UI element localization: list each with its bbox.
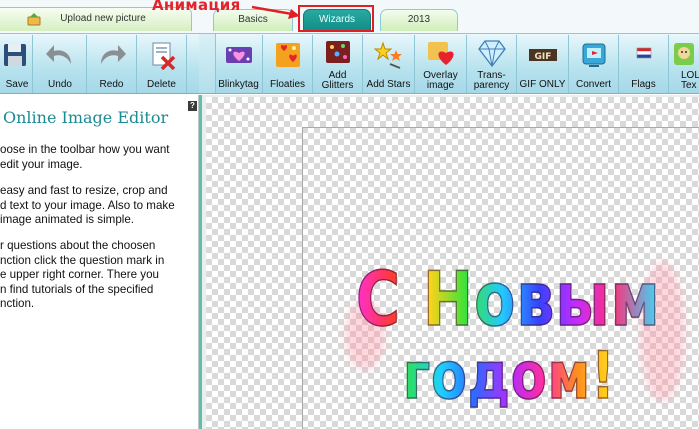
annotation-highlight-box [298,5,374,32]
panel-p3-line: n find tutorials of the specified [0,282,154,296]
panel-p2-line: d text to your image. Also to make [0,198,175,212]
redo-arrow-icon [100,45,126,64]
panel-p3-line: nction. [0,297,35,311]
floaties-icon [275,43,300,67]
undo-button[interactable]: Undo [34,35,87,93]
annotation-arrow-icon [251,5,300,19]
delete-label: Delete [147,79,176,90]
save-button[interactable]: Save [0,35,33,93]
transparency-label: Trans-parency [473,70,510,91]
gif-only-button[interactable]: GIF GIF ONLY [517,35,569,93]
overlay-image-label: Overlay image [423,70,458,91]
add-glitters-button[interactable]: Add Glitters [313,35,363,93]
flags-label: Flags [631,79,656,90]
redo-button[interactable]: Redo [87,35,137,93]
add-glitters-label: Add Glitters [321,70,354,91]
floppy-disk-icon [4,44,27,66]
blinkytag-label: Blinkytag [218,79,259,90]
svg-text:GIF: GIF [534,52,551,62]
diamond-icon [477,40,506,68]
convert-icon [582,43,605,67]
panel-paragraph-3: r questions about the choosen nction cli… [0,239,186,312]
tab-strip: Upload new picture Basics Wizards 2013 А… [0,0,699,33]
panel-p3-line: r questions about the choosen [0,239,156,252]
delete-icon [152,42,175,70]
flags-button[interactable]: Flags [619,35,669,93]
convert-button[interactable]: Convert [569,35,619,93]
toolbar: Save Undo Redo Delete Blinkytag Floaties… [0,33,699,94]
greeting-line-1: С Новым [355,255,661,344]
redo-label: Redo [99,79,124,90]
gif-only-label: GIF ONLY [519,79,566,90]
upload-icon [27,13,41,26]
overlay-heart-icon [427,42,454,65]
panel-title-text: Online Image Editor [3,108,169,127]
floaties-label: Floaties [269,79,305,90]
panel-p2-line: easy and fast to resize, crop and [0,184,168,197]
floaties-button[interactable]: Floaties [263,35,313,93]
upload-tab-label: Upload new picture [60,13,146,24]
blinkytag-icon [225,47,252,63]
save-label: Save [5,79,29,90]
stars-icon [373,41,402,69]
panel-p3-line: nction click the question mark in [0,253,165,267]
undo-label: Undo [48,79,72,90]
convert-label: Convert [575,79,611,90]
panel-paragraph-2: easy and fast to resize, crop and d text… [0,184,186,228]
glitter-icon [325,41,350,63]
panel-p1-line: oose in the toolbar how you want [0,143,170,156]
panel-title: Online Image Editor [3,108,168,127]
toolbar-separator [199,34,216,93]
panel-p2-line: image animated is simple. [0,213,135,227]
annotation-label: Анимация [152,0,241,14]
flag-icon [636,47,651,59]
blinkytag-button[interactable]: Blinkytag [215,35,263,93]
undo-arrow-icon [46,45,71,64]
gif-icon: GIF [528,49,557,62]
lolcat-icon [674,43,694,65]
delete-button[interactable]: Delete [137,35,187,93]
help-question-icon[interactable]: ? [188,101,197,111]
add-stars-label: Add Stars [366,79,411,90]
greeting-line-2: годом! [402,338,616,415]
tab-2013[interactable]: 2013 [380,9,458,31]
panel-paragraph-1: oose in the toolbar how you want edit yo… [0,143,186,172]
panel-p1-line: edit your image. [0,157,83,171]
tab-2013-label: 2013 [407,14,431,25]
add-stars-button[interactable]: Add Stars [363,35,415,93]
transparency-button[interactable]: Trans-parency [467,35,517,93]
panel-p3-line: e upper right corner. There you [0,268,159,282]
overlay-image-button[interactable]: Overlay image [415,35,467,93]
lolcat-label: LOLC Tex [681,70,699,91]
lolcat-text-button[interactable]: LOLC Tex [669,35,699,93]
